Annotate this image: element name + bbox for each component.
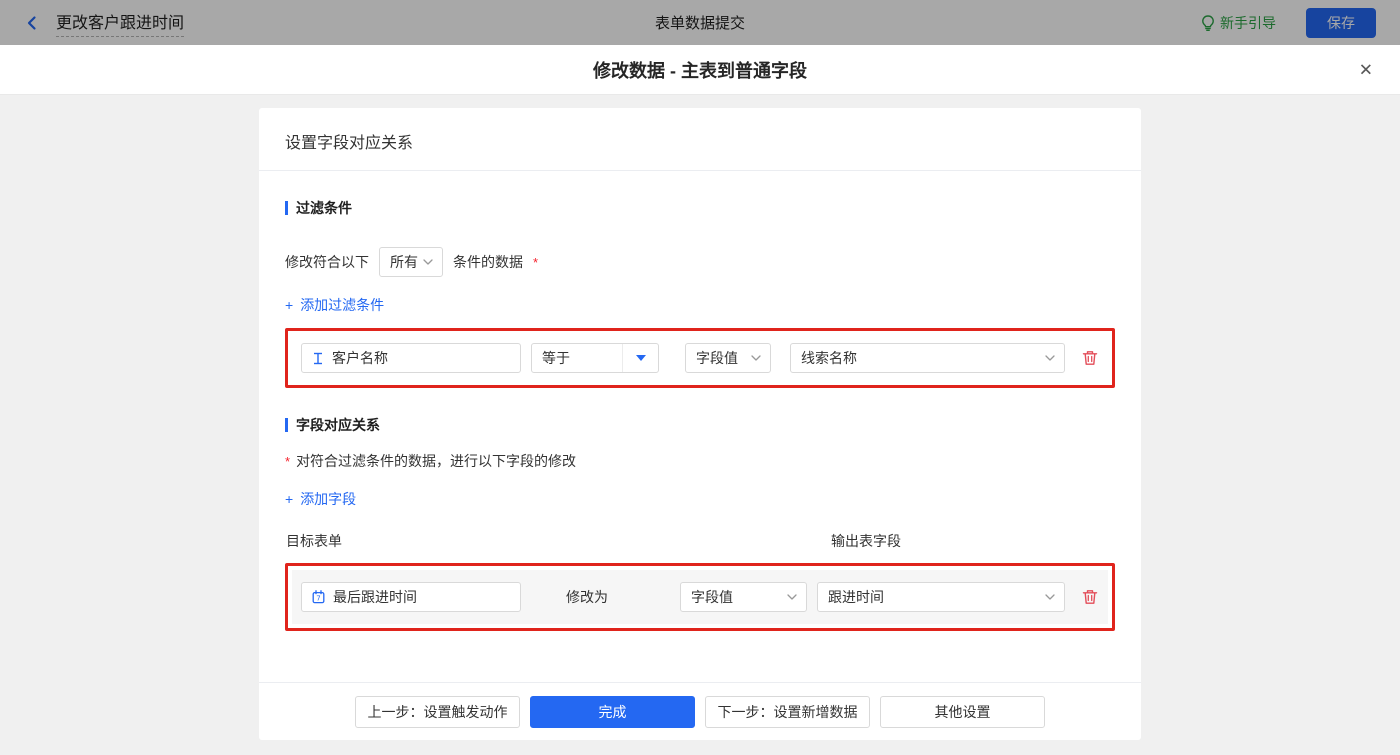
text-field-icon bbox=[312, 352, 324, 365]
dialog-title: 修改数据 - 主表到普通字段 bbox=[593, 57, 807, 83]
trash-icon bbox=[1081, 588, 1099, 606]
mapping-row: 7 最后跟进时间 修改为 字段值 跟进时间 bbox=[292, 570, 1108, 624]
operator-caret-box bbox=[622, 344, 658, 372]
chevron-down-icon bbox=[1045, 594, 1055, 600]
add-field-label: 添加字段 bbox=[300, 489, 356, 509]
add-filter-link[interactable]: + 添加过滤条件 bbox=[285, 295, 384, 315]
target-field-value: 最后跟进时间 bbox=[333, 587, 417, 607]
other-settings-button[interactable]: 其他设置 bbox=[880, 696, 1045, 728]
mapping-value-type-select[interactable]: 字段值 bbox=[680, 582, 807, 612]
compare-value-select[interactable]: 线索名称 bbox=[790, 343, 1065, 373]
chevron-down-icon bbox=[787, 594, 797, 600]
mapping-panel: 设置字段对应关系 过滤条件 修改符合以下 所有 条件的数据 * + bbox=[259, 108, 1141, 740]
mapping-section-label: 字段对应关系 bbox=[296, 415, 380, 435]
trash-icon bbox=[1081, 349, 1099, 367]
chevron-down-icon bbox=[1045, 355, 1055, 361]
close-icon[interactable]: ✕ bbox=[1359, 61, 1373, 78]
value-type-select[interactable]: 字段值 bbox=[685, 343, 771, 373]
required-mark: * bbox=[285, 454, 290, 469]
chevron-down-icon bbox=[423, 259, 433, 265]
target-field-input[interactable]: 7 最后跟进时间 bbox=[301, 582, 521, 612]
beginner-guide-link[interactable]: 新手引导 bbox=[1201, 13, 1276, 33]
panel-footer: 上一步：设置触发动作 完成 下一步：设置新增数据 其他设置 bbox=[259, 682, 1141, 740]
filter-row-highlight: 客户名称 等于 字段值 线索名称 bbox=[285, 328, 1115, 388]
filter-field-input[interactable]: 客户名称 bbox=[301, 343, 521, 373]
value-type-value: 字段值 bbox=[696, 348, 738, 368]
match-suffix-label: 条件的数据 bbox=[453, 252, 523, 272]
svg-text:7: 7 bbox=[316, 595, 320, 603]
panel-title: 设置字段对应关系 bbox=[259, 108, 1141, 171]
add-filter-label: 添加过滤条件 bbox=[300, 295, 384, 315]
mapping-value: 跟进时间 bbox=[828, 587, 884, 607]
mapping-value-type: 字段值 bbox=[691, 587, 733, 607]
guide-label: 新手引导 bbox=[1220, 13, 1276, 33]
prev-step-button[interactable]: 上一步：设置触发动作 bbox=[355, 696, 520, 728]
plus-icon: + bbox=[285, 491, 293, 507]
topbar-center-title: 表单数据提交 bbox=[655, 12, 745, 33]
filter-field-value: 客户名称 bbox=[332, 348, 388, 368]
lightbulb-icon bbox=[1201, 15, 1215, 31]
mapping-section-title: 字段对应关系 bbox=[285, 415, 1115, 435]
delete-field-button[interactable] bbox=[1081, 588, 1099, 606]
next-step-button[interactable]: 下一步：设置新增数据 bbox=[705, 696, 870, 728]
caret-down-icon bbox=[636, 355, 646, 361]
required-mark: * bbox=[533, 255, 538, 270]
calendar-icon: 7 bbox=[312, 590, 325, 604]
chevron-down-icon bbox=[751, 355, 761, 361]
plus-icon: + bbox=[285, 297, 293, 313]
done-button[interactable]: 完成 bbox=[530, 696, 695, 728]
save-button[interactable]: 保存 bbox=[1306, 8, 1376, 38]
flow-title: 更改客户跟进时间 bbox=[56, 9, 184, 37]
filter-section-label: 过滤条件 bbox=[296, 198, 352, 218]
mapping-hint: * 对符合过滤条件的数据，进行以下字段的修改 bbox=[285, 451, 1115, 471]
operator-value: 等于 bbox=[542, 348, 570, 368]
match-type-select[interactable]: 所有 bbox=[379, 247, 443, 277]
dialog-header: 修改数据 - 主表到普通字段 ✕ bbox=[0, 45, 1400, 95]
dialog-body: 设置字段对应关系 过滤条件 修改符合以下 所有 条件的数据 * + bbox=[0, 95, 1400, 755]
add-field-link[interactable]: + 添加字段 bbox=[285, 489, 356, 509]
match-type-value: 所有 bbox=[390, 252, 418, 272]
compare-value: 线索名称 bbox=[801, 348, 857, 368]
mapping-row-highlight: 7 最后跟进时间 修改为 字段值 跟进时间 bbox=[285, 563, 1115, 631]
operator-select[interactable]: 等于 bbox=[531, 343, 659, 373]
filter-section-title: 过滤条件 bbox=[285, 198, 1115, 218]
target-form-header: 目标表单 bbox=[286, 531, 831, 551]
mapping-hint-text: 对符合过滤条件的数据，进行以下字段的修改 bbox=[296, 451, 576, 471]
mapping-column-headers: 目标表单 输出表字段 bbox=[285, 531, 1115, 551]
mapping-value-select[interactable]: 跟进时间 bbox=[817, 582, 1065, 612]
section-accent-bar bbox=[285, 201, 288, 215]
topbar: 更改客户跟进时间 表单数据提交 新手引导 保存 bbox=[0, 0, 1400, 45]
section-accent-bar bbox=[285, 418, 288, 432]
modify-to-label: 修改为 bbox=[566, 587, 608, 607]
output-field-header: 输出表字段 bbox=[831, 531, 901, 551]
match-prefix-label: 修改符合以下 bbox=[285, 252, 369, 272]
chevron-left-icon bbox=[24, 15, 40, 31]
back-button[interactable] bbox=[24, 15, 40, 31]
match-condition-row: 修改符合以下 所有 条件的数据 * bbox=[285, 247, 1115, 277]
delete-filter-button[interactable] bbox=[1081, 349, 1099, 367]
